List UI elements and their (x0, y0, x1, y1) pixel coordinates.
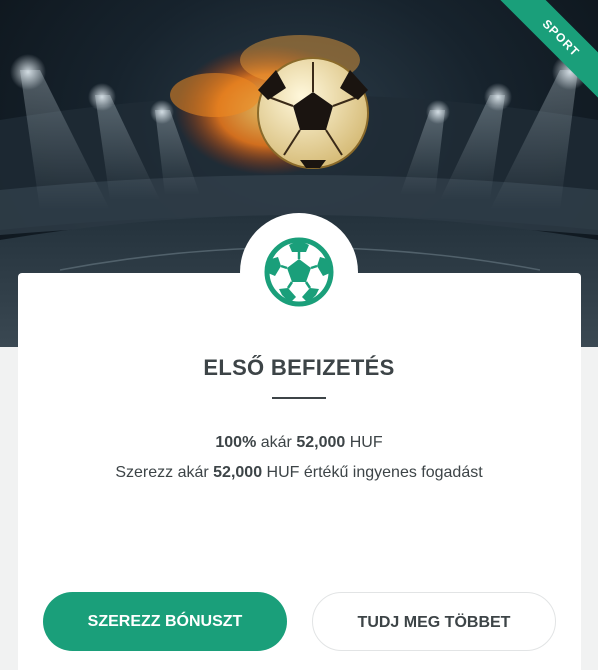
sport-ribbon: SPORT (488, 0, 598, 110)
description-suffix: HUF értékű ingyenes fogadást (266, 464, 483, 481)
card-title: ELSŐ BEFIZETÉS (203, 355, 395, 380)
title-divider (272, 397, 326, 399)
bonus-percent: 100% (215, 434, 257, 451)
description-prefix: Szerezz akár (115, 464, 209, 481)
soccer-ball-icon (264, 237, 334, 307)
bonus-word: akár (260, 434, 292, 451)
bonus-currency: HUF (349, 434, 383, 451)
badge-circle (240, 213, 358, 331)
bonus-summary: 100% akár 52,000 HUF (0, 434, 598, 452)
description-amount: 52,000 (213, 464, 263, 481)
bonus-amount: 52,000 (296, 434, 346, 451)
ribbon-label: SPORT (496, 0, 598, 103)
claim-bonus-button[interactable]: SZEREZZ BÓNUSZT (43, 592, 287, 651)
learn-more-button[interactable]: TUDJ MEG TÖBBET (312, 592, 556, 651)
flaming-soccer-ball (257, 57, 369, 169)
bonus-description: Szerezz akár 52,000 HUF értékű ingyenes … (0, 464, 598, 482)
